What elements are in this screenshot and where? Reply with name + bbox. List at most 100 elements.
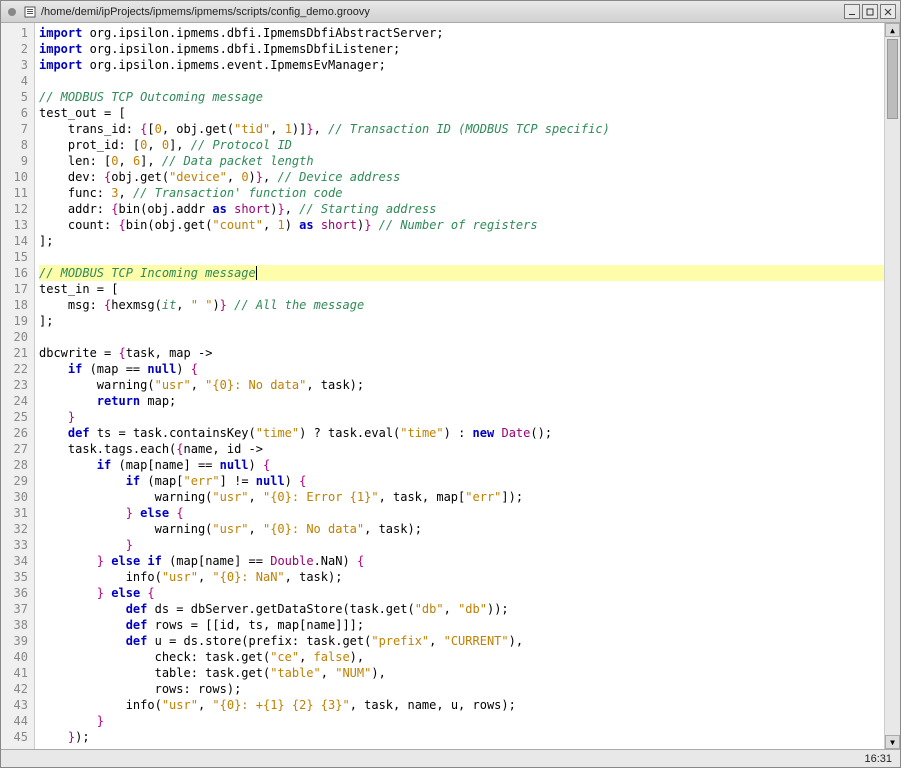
statusbar: 16:31 <box>1 749 900 767</box>
scroll-down-arrow[interactable]: ▼ <box>885 735 900 749</box>
line-number: 24 <box>5 393 28 409</box>
code-line[interactable]: def ts = task.containsKey("time") ? task… <box>39 425 884 441</box>
line-number: 45 <box>5 729 28 745</box>
line-number: 2 <box>5 41 28 57</box>
code-line[interactable]: } <box>39 409 884 425</box>
code-line[interactable]: warning("usr", "{0}: Error {1}", task, m… <box>39 489 884 505</box>
line-number: 5 <box>5 89 28 105</box>
maximize-button[interactable] <box>862 4 878 19</box>
code-line[interactable]: def u = ds.store(prefix: task.get("prefi… <box>39 633 884 649</box>
code-line[interactable]: def ds = dbServer.getDataStore(task.get(… <box>39 601 884 617</box>
code-line[interactable]: rows: rows); <box>39 681 884 697</box>
code-line[interactable]: }); <box>39 729 884 745</box>
line-number: 22 <box>5 361 28 377</box>
line-number: 35 <box>5 569 28 585</box>
vertical-scrollbar[interactable]: ▲ ▼ <box>884 23 900 749</box>
line-number: 13 <box>5 217 28 233</box>
minimize-button[interactable] <box>844 4 860 19</box>
code-line[interactable]: prot_id: [0, 0], // Protocol ID <box>39 137 884 153</box>
editor-area: 1234567891011121314151617181920212223242… <box>1 23 900 749</box>
code-line[interactable]: } else { <box>39 505 884 521</box>
line-number: 25 <box>5 409 28 425</box>
code-line[interactable]: count: {bin(obj.get("count", 1) as short… <box>39 217 884 233</box>
code-line[interactable]: return map; <box>39 393 884 409</box>
line-number: 10 <box>5 169 28 185</box>
code-line[interactable]: } else { <box>39 585 884 601</box>
close-button[interactable] <box>880 4 896 19</box>
line-number: 40 <box>5 649 28 665</box>
code-line[interactable] <box>39 329 884 345</box>
line-number: 36 <box>5 585 28 601</box>
code-line[interactable] <box>39 73 884 89</box>
line-number: 15 <box>5 249 28 265</box>
line-number: 28 <box>5 457 28 473</box>
scroll-up-arrow[interactable]: ▲ <box>885 23 900 37</box>
code-line[interactable]: if (map["err"] != null) { <box>39 473 884 489</box>
code-line[interactable]: trans_id: {[0, obj.get("tid", 1)]}, // T… <box>39 121 884 137</box>
code-line[interactable]: warning("usr", "{0}: No data", task); <box>39 521 884 537</box>
code-line[interactable]: } <box>39 537 884 553</box>
code-line[interactable]: ]; <box>39 313 884 329</box>
titlebar[interactable]: /home/demi/ipProjects/ipmems/ipmems/scri… <box>1 1 900 23</box>
line-number: 4 <box>5 73 28 89</box>
line-number: 42 <box>5 681 28 697</box>
line-number: 9 <box>5 153 28 169</box>
line-number: 38 <box>5 617 28 633</box>
cursor-position: 16:31 <box>864 753 892 765</box>
code-line[interactable]: dbcwrite = {task, map -> <box>39 345 884 361</box>
line-number: 31 <box>5 505 28 521</box>
code-line[interactable]: // MODBUS TCP Outcoming message <box>39 89 884 105</box>
line-number: 29 <box>5 473 28 489</box>
code-line[interactable]: } <box>39 713 884 729</box>
code-line[interactable]: import org.ipsilon.ipmems.dbfi.IpmemsDbf… <box>39 41 884 57</box>
line-number: 6 <box>5 105 28 121</box>
code-line[interactable]: dev: {obj.get("device", 0)}, // Device a… <box>39 169 884 185</box>
line-number: 44 <box>5 713 28 729</box>
code-content[interactable]: import org.ipsilon.ipmems.dbfi.IpmemsDbf… <box>35 23 884 749</box>
code-line[interactable]: test_in = [ <box>39 281 884 297</box>
code-line[interactable]: table: task.get("table", "NUM"), <box>39 665 884 681</box>
code-line[interactable]: def rows = [[id, ts, map[name]]]; <box>39 617 884 633</box>
code-line[interactable]: len: [0, 6], // Data packet length <box>39 153 884 169</box>
editor-window: /home/demi/ipProjects/ipmems/ipmems/scri… <box>0 0 901 768</box>
code-line[interactable]: warning("usr", "{0}: No data", task); <box>39 377 884 393</box>
line-number: 39 <box>5 633 28 649</box>
window-title: /home/demi/ipProjects/ipmems/ipmems/scri… <box>41 6 842 18</box>
line-number: 12 <box>5 201 28 217</box>
code-line[interactable]: task.tags.each({name, id -> <box>39 441 884 457</box>
line-number: 14 <box>5 233 28 249</box>
app-icon <box>23 5 37 19</box>
line-number: 41 <box>5 665 28 681</box>
code-line[interactable]: addr: {bin(obj.addr as short)}, // Start… <box>39 201 884 217</box>
line-number: 34 <box>5 553 28 569</box>
code-line[interactable]: info("usr", "{0}: NaN", task); <box>39 569 884 585</box>
line-number: 19 <box>5 313 28 329</box>
code-line[interactable]: import org.ipsilon.ipmems.dbfi.IpmemsDbf… <box>39 25 884 41</box>
line-number: 43 <box>5 697 28 713</box>
code-line[interactable]: test_out = [ <box>39 105 884 121</box>
line-number: 18 <box>5 297 28 313</box>
code-line[interactable]: msg: {hexmsg(it, " ")} // All the messag… <box>39 297 884 313</box>
code-line[interactable]: check: task.get("ce", false), <box>39 649 884 665</box>
code-line[interactable]: if (map[name] == null) { <box>39 457 884 473</box>
line-number: 1 <box>5 25 28 41</box>
code-line[interactable]: info("usr", "{0}: +{1} {2} {3}", task, n… <box>39 697 884 713</box>
line-number: 37 <box>5 601 28 617</box>
code-line[interactable]: // MODBUS TCP Incoming message <box>39 265 884 281</box>
scrollbar-thumb[interactable] <box>887 39 898 119</box>
code-line[interactable]: import org.ipsilon.ipmems.event.IpmemsEv… <box>39 57 884 73</box>
line-number: 30 <box>5 489 28 505</box>
line-number: 23 <box>5 377 28 393</box>
system-menu-icon[interactable] <box>5 5 19 19</box>
code-line[interactable] <box>39 249 884 265</box>
line-number: 26 <box>5 425 28 441</box>
code-line[interactable]: } else if (map[name] == Double.NaN) { <box>39 553 884 569</box>
line-number: 21 <box>5 345 28 361</box>
code-line[interactable]: func: 3, // Transaction' function code <box>39 185 884 201</box>
line-number: 17 <box>5 281 28 297</box>
code-line[interactable]: if (map == null) { <box>39 361 884 377</box>
line-number: 16 <box>5 265 28 281</box>
line-number: 11 <box>5 185 28 201</box>
line-number: 8 <box>5 137 28 153</box>
code-line[interactable]: ]; <box>39 233 884 249</box>
